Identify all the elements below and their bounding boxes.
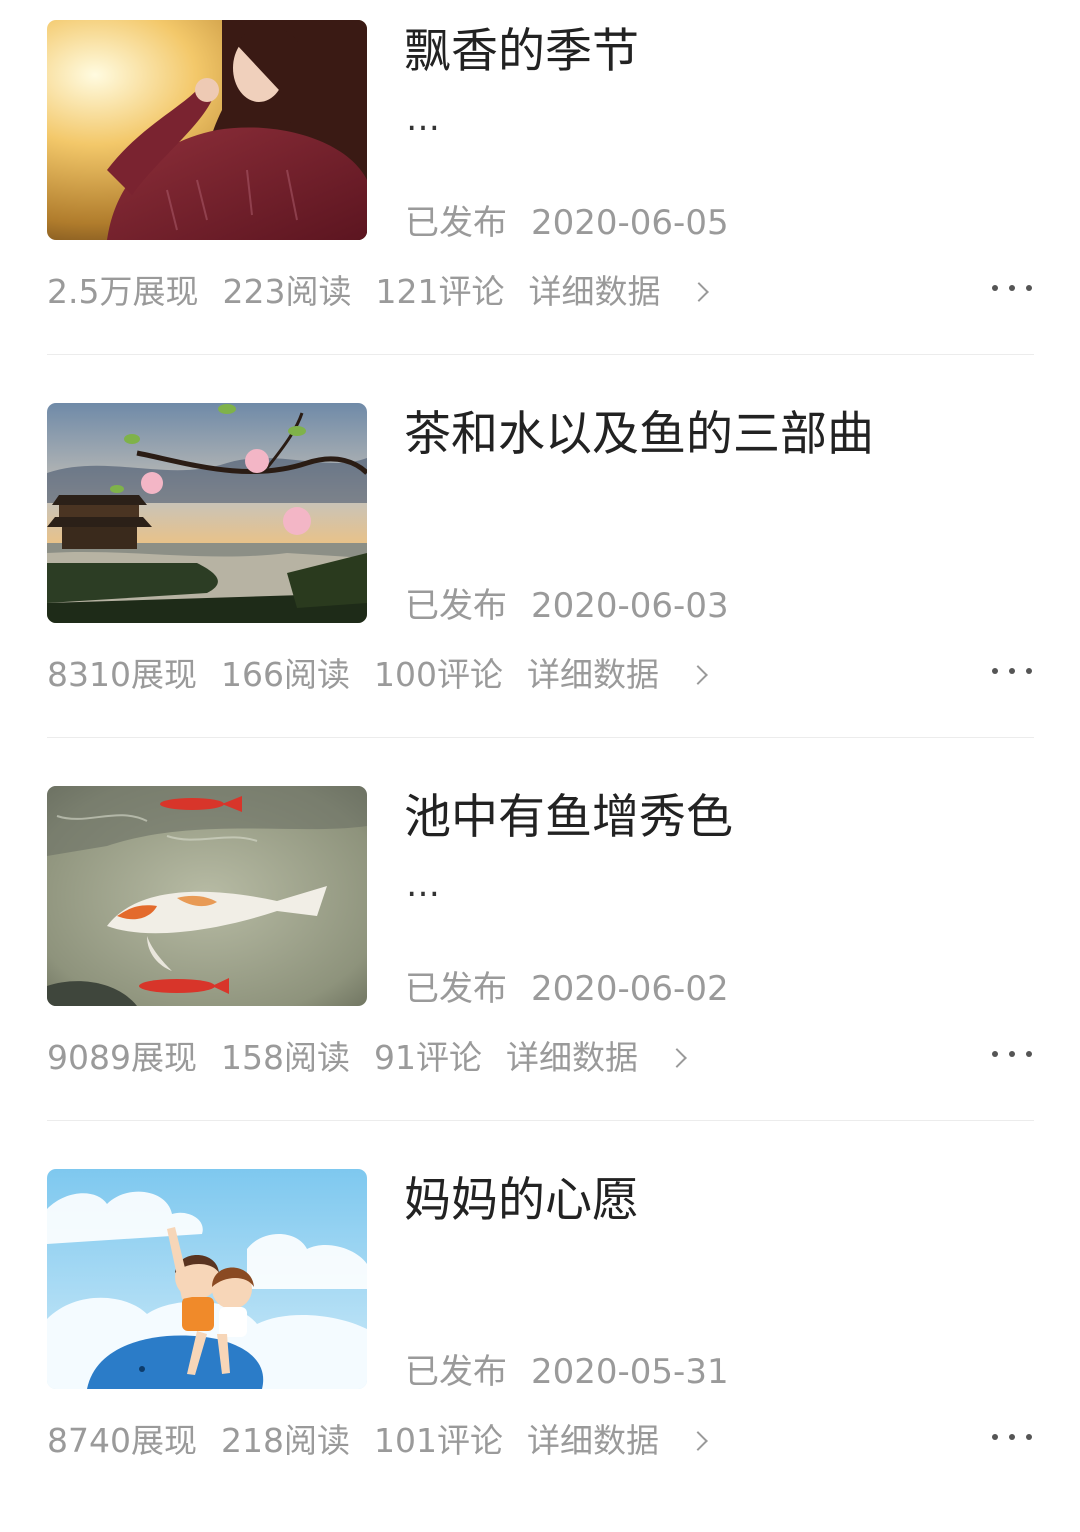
chevron-right-icon (689, 282, 710, 302)
detail-data-label: 详细数据 (505, 1038, 638, 1077)
publish-status: 已发布 2020-05-31 (405, 1350, 729, 1394)
detail-data-link[interactable]: 详细数据 (505, 1038, 687, 1077)
article-title[interactable]: 妈妈的心愿 (404, 1171, 1024, 1231)
impressions-count: 2.5万展现 (47, 272, 199, 311)
detail-data-label: 详细数据 (526, 655, 659, 694)
publish-date: 2020-06-02 (531, 969, 729, 1009)
more-dots-icon (1026, 1434, 1032, 1440)
publish-status: 已发布 2020-06-03 (405, 584, 729, 628)
more-dots-icon (992, 1051, 998, 1057)
chevron-right-icon (688, 665, 708, 685)
detail-data-label: 详细数据 (528, 272, 661, 311)
publish-date: 2020-05-31 (531, 1352, 729, 1392)
comments-count: 101评论 (373, 1421, 503, 1460)
detail-data-link[interactable]: 详细数据 (526, 655, 708, 694)
detail-data-link[interactable]: 详细数据 (526, 1421, 708, 1460)
title-overflow-ellipsis: … (406, 99, 443, 139)
pavilion-lake-blossom-image (47, 403, 367, 623)
more-dots-icon (1026, 285, 1032, 291)
more-dots-icon (992, 1434, 998, 1440)
status-label: 已发布 (405, 969, 507, 1009)
comments-count: 121评论 (375, 272, 505, 311)
publish-status: 已发布 2020-06-05 (405, 201, 729, 245)
impressions-count: 9089展现 (47, 1038, 197, 1077)
article-thumbnail[interactable] (47, 1169, 367, 1389)
reads-count: 166阅读 (220, 655, 350, 694)
more-dots-icon (1026, 1051, 1032, 1057)
more-dots-icon (1009, 1051, 1015, 1057)
publish-date: 2020-06-05 (531, 203, 729, 243)
more-dots-icon (1009, 668, 1015, 674)
article-list: 飘香的季节 … 已发布 2020-06-05 2.5万展现 223阅读 121评论 详细… (0, 0, 1080, 1494)
divider (47, 1120, 1034, 1121)
article-card[interactable]: 妈妈的心愿 已发布 2020-05-31 8740展现 218阅读 101评论 详细数据 (0, 1149, 1080, 1532)
article-card[interactable]: 池中有鱼增秀色 … 已发布 2020-06-02 9089展现 158阅读 91评论详… (0, 766, 1080, 1149)
woman-red-blouse-image (47, 20, 367, 240)
status-label: 已发布 (405, 1352, 507, 1392)
comments-count: 91评论 (373, 1038, 482, 1077)
impressions-count: 8740展现 (47, 1421, 197, 1460)
more-dots-icon (1009, 285, 1015, 291)
article-stats: 9089展现 158阅读 91评论 详细数据 (47, 1036, 687, 1080)
reads-count: 158阅读 (220, 1038, 350, 1077)
children-cartoon-image (47, 1169, 367, 1389)
comments-count: 100评论 (373, 655, 503, 694)
title-overflow-ellipsis: … (406, 865, 443, 905)
more-dots-icon (1026, 668, 1032, 674)
more-options-button[interactable] (988, 656, 1036, 686)
impressions-count: 8310展现 (47, 655, 197, 694)
more-options-button[interactable] (988, 1422, 1036, 1452)
status-label: 已发布 (405, 586, 507, 626)
chevron-right-icon (688, 1431, 708, 1451)
article-stats: 8740展现 218阅读 101评论 详细数据 (47, 1419, 708, 1463)
article-thumbnail[interactable] (47, 403, 367, 623)
more-dots-icon (1009, 1434, 1015, 1440)
more-dots-icon (992, 285, 998, 291)
reads-count: 223阅读 (222, 272, 352, 311)
publish-date: 2020-06-03 (531, 586, 729, 626)
divider (47, 737, 1034, 738)
article-card[interactable]: 茶和水以及鱼的三部曲 已发布 2020-06-03 8310展现 166阅读 100评… (0, 383, 1080, 766)
article-title[interactable]: 飘香的季节 (404, 22, 1024, 82)
article-card[interactable]: 飘香的季节 … 已发布 2020-06-05 2.5万展现 223阅读 121评论 详细… (0, 0, 1080, 383)
divider (47, 354, 1034, 355)
publish-status: 已发布 2020-06-02 (405, 967, 729, 1011)
article-stats: 2.5万展现 223阅读 121评论 详细数据 (47, 270, 710, 314)
reads-count: 218阅读 (220, 1421, 350, 1460)
koi-pond-image (47, 786, 367, 1006)
more-options-button[interactable] (988, 1039, 1036, 1069)
status-label: 已发布 (405, 203, 507, 243)
more-options-button[interactable] (988, 273, 1036, 303)
more-dots-icon (992, 668, 998, 674)
article-title[interactable]: 池中有鱼增秀色 (404, 788, 1024, 848)
article-stats: 8310展现 166阅读 100评论 详细数据 (47, 653, 708, 697)
article-thumbnail[interactable] (47, 786, 367, 1006)
detail-data-label: 详细数据 (526, 1421, 659, 1460)
article-title[interactable]: 茶和水以及鱼的三部曲 (404, 405, 1024, 465)
article-thumbnail[interactable] (47, 20, 367, 240)
detail-data-link[interactable]: 详细数据 (528, 272, 710, 311)
chevron-right-icon (667, 1048, 687, 1068)
